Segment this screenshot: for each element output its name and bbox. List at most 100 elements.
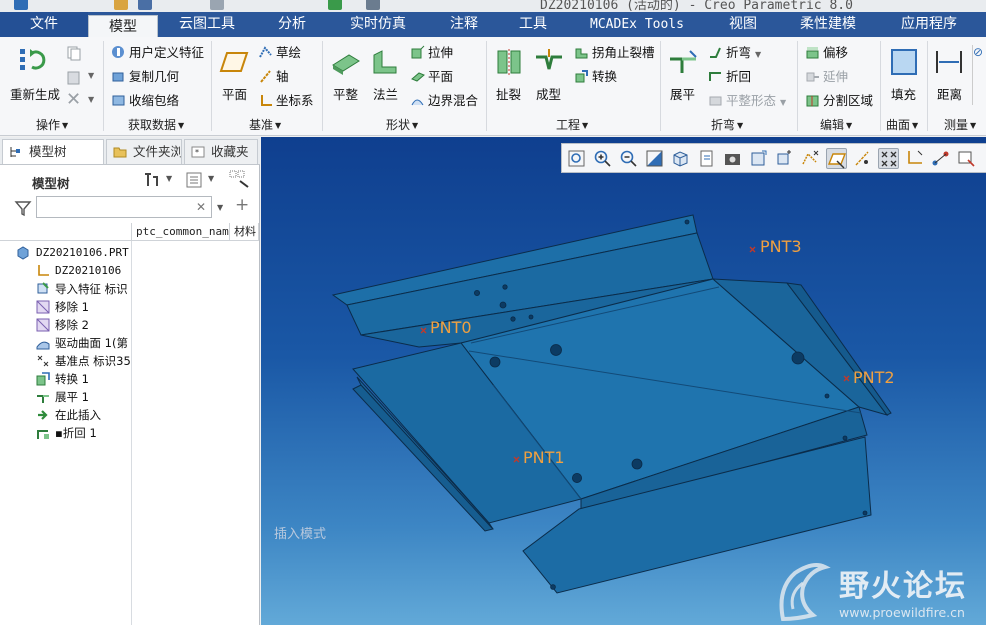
tree-item-datum-point[interactable]: 基准点 标识35 [0,352,132,370]
save-icon[interactable] [138,0,152,10]
flange-icon[interactable] [370,47,400,77]
add-filter-icon[interactable]: + [235,195,249,215]
dropdown-arrow-icon[interactable]: ▼ [780,98,786,107]
annotation-display-icon[interactable] [930,148,951,169]
tree-settings-icon[interactable] [142,171,160,189]
group-operations[interactable]: 操作 ▼ [36,117,68,134]
extrude-button[interactable]: 拉伸 [410,45,453,61]
spin-center-display-icon[interactable] [956,148,977,169]
point-display-icon[interactable] [878,148,899,169]
tree-item-driving-surface[interactable]: 驱动曲面 1(第 [0,334,132,352]
tree-search-input[interactable] [36,196,212,218]
zoom-in-icon[interactable] [592,148,613,169]
group-get-data[interactable]: 获取数据 ▼ [128,117,184,134]
bend-back-button[interactable]: 折回 [708,69,751,85]
form-icon[interactable] [534,47,564,77]
unbend-icon[interactable] [668,47,698,77]
column-header-common-name[interactable]: ptc_common_name [132,223,230,241]
tab-mcadex-tools[interactable]: MCADEx Tools [566,12,708,37]
paste-icon[interactable] [66,69,82,85]
shrinkwrap-button[interactable]: 收缩包络 [111,93,179,109]
tree-filter-settings-icon[interactable] [228,169,250,189]
group-datum[interactable]: 基准 ▼ [249,117,281,134]
dropdown-arrow-icon[interactable]: ▼ [88,71,94,80]
form-button[interactable]: 成型 [536,84,561,103]
tree-item-convert[interactable]: 转换 1 [0,370,132,388]
dropdown-arrow-icon[interactable]: ▼ [755,50,761,59]
tree-item-csys[interactable]: DZ20210106 [0,262,132,280]
group-measure[interactable]: 测量 ▼ [944,117,976,134]
tab-live-simulation[interactable]: 实时仿真 [330,12,426,37]
group-shapes[interactable]: 形状 ▼ [386,117,418,134]
tab-analysis[interactable]: 分析 [256,12,328,37]
dropdown-arrow-icon[interactable]: ▼ [166,174,172,183]
filter-icon[interactable] [14,199,32,217]
axis-button[interactable]: 轴 [258,69,289,85]
datum-point-label-pnt2[interactable]: PNT2 [853,368,895,387]
fill-button[interactable]: 填充 [891,84,916,103]
tree-item-unbend[interactable]: 展平 1 [0,388,132,406]
tab-model-tree[interactable]: 模型树 [2,139,104,164]
refit-icon[interactable] [566,148,587,169]
plane-icon[interactable] [219,47,249,77]
tree-item-root-part[interactable]: DZ20210106.PRT [0,244,132,262]
tab-tools[interactable]: 工具 [502,12,564,37]
offset-button[interactable]: 偏移 [805,45,848,61]
tab-file[interactable]: 文件 [0,12,88,37]
copy-icon[interactable] [66,45,82,61]
plane-display-icon[interactable] [826,148,847,169]
split-area-button[interactable]: 分割区域 [805,93,873,109]
tab-flexible-modeling[interactable]: 柔性建模 [778,12,878,37]
distance-icon[interactable] [934,47,964,77]
datum-point-label-pnt0[interactable]: PNT0 [430,318,472,337]
delete-icon[interactable]: ✕ [66,89,81,110]
tab-model[interactable]: 模型 [88,15,158,39]
tree-list-icon[interactable] [186,171,202,189]
open-icon[interactable] [114,0,128,10]
dropdown-arrow-icon[interactable]: ▼ [208,174,214,183]
group-surfaces[interactable]: 曲面 ▼ [886,117,918,134]
tab-applications[interactable]: 应用程序 [880,12,978,37]
regenerate-button[interactable]: 重新生成 [10,84,60,103]
datum-display-icon[interactable] [800,148,821,169]
coordinate-system-button[interactable]: 坐标系 [258,93,314,109]
tab-view[interactable]: 视图 [710,12,776,37]
datum-point-label-pnt1[interactable]: PNT1 [523,448,565,467]
dropdown-arrow-icon[interactable]: ▼ [217,203,223,212]
column-header-material[interactable]: 材料 [230,223,259,241]
planar-button[interactable]: 平整 [333,84,358,103]
flat-pattern-button[interactable]: 平整形态 ▼ [708,93,786,111]
user-defined-feature-button[interactable]: 用户定义特征 [111,45,204,61]
dropdown-arrow-icon[interactable]: ▼ [88,95,94,104]
repaint-icon[interactable] [644,148,665,169]
boundary-blend-button[interactable]: 边界混合 [410,93,478,109]
spin-center-icon[interactable] [774,148,795,169]
unbend-button[interactable]: 展平 [670,84,695,103]
group-bends[interactable]: 折弯 ▼ [711,117,743,134]
bend-button[interactable]: 折弯 ▼ [708,45,761,63]
distance-button[interactable]: 距离 [937,84,962,103]
clear-icon[interactable]: ✕ [196,200,206,214]
group-editing[interactable]: 编辑 ▼ [820,117,852,134]
rip-button[interactable]: 扯裂 [496,84,521,103]
tree-item-remove-1[interactable]: 移除 1 [0,298,132,316]
zoom-out-icon[interactable] [618,148,639,169]
tree-item-bend-back[interactable]: ▪折回 1 [0,424,132,442]
tab-annotate[interactable]: 注释 [428,12,500,37]
graphics-window[interactable]: PNT0 PNT1 PNT2 PNT3 插入模式 野火论坛 www.proewi… [261,137,986,625]
convert-button[interactable]: 转换 [574,69,617,85]
regenerate-small-icon[interactable] [328,0,342,10]
csys-display-icon[interactable] [904,148,925,169]
fill-icon[interactable] [889,47,919,77]
display-style-icon[interactable] [670,148,691,169]
saved-orientations-icon[interactable] [696,148,717,169]
group-engineering[interactable]: 工程 ▼ [556,117,588,134]
tab-cloud-tools[interactable]: 云图工具 [160,12,254,37]
app-icon[interactable] [14,0,28,10]
extend-button[interactable]: 延伸 [805,69,848,85]
perspective-icon[interactable] [748,148,769,169]
corner-relief-button[interactable]: 拐角止裂槽 [574,45,655,61]
tree-item-insert-here[interactable]: 在此插入 [0,406,132,424]
datum-point-label-pnt3[interactable]: PNT3 [760,237,802,256]
rip-icon[interactable] [494,47,524,77]
